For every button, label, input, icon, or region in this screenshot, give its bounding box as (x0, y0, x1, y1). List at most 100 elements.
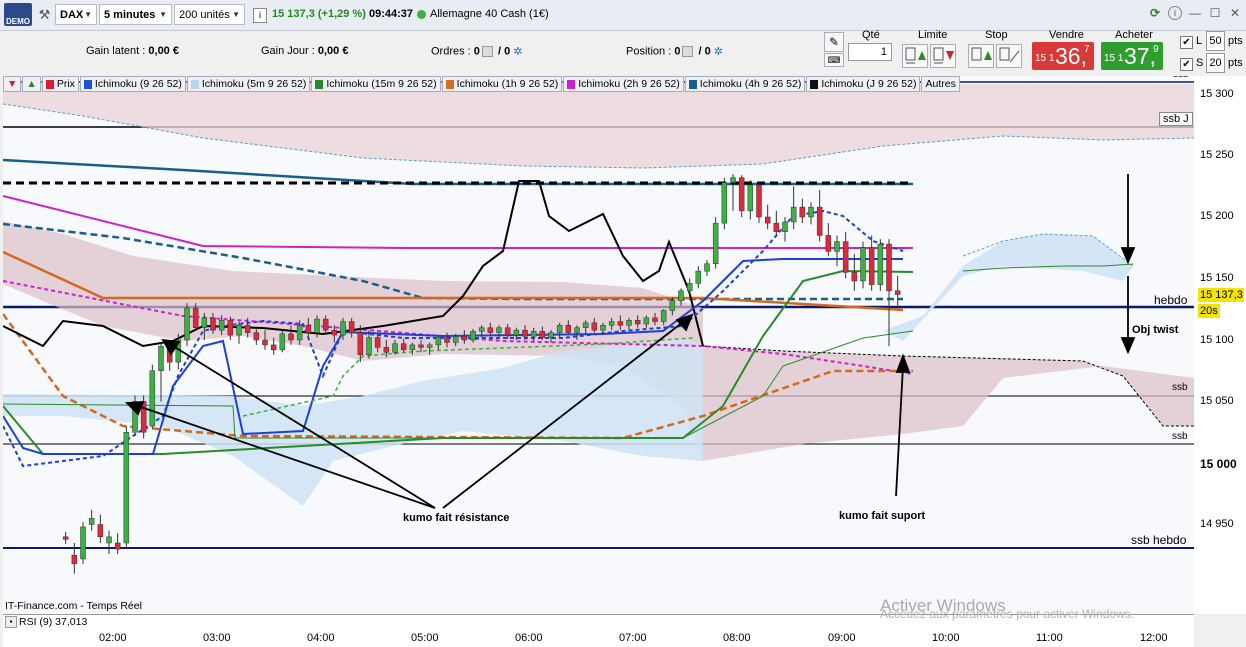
info-circle-icon[interactable]: i (1168, 6, 1182, 20)
stop-sell-button[interactable] (996, 44, 1022, 68)
candle (886, 243, 892, 292)
candle (816, 206, 823, 236)
demo-label: DEMO (6, 17, 30, 26)
indicator-tag-0[interactable]: Prix (41, 76, 79, 92)
buy-button[interactable]: 15 1 37, 9 (1101, 42, 1163, 70)
indicators-more-button[interactable]: Autres (921, 76, 960, 92)
refresh-icon[interactable]: ⟳ (1148, 6, 1162, 20)
stop-checkbox[interactable]: ✔ (1180, 58, 1193, 71)
limit-buy-button[interactable] (902, 44, 928, 68)
quantity-input[interactable]: 1 (848, 43, 892, 61)
candle (565, 324, 572, 333)
wrench-icon[interactable]: ⚒ (37, 5, 52, 24)
kumo-daily (3, 84, 1194, 168)
minimize-icon[interactable]: — (1188, 6, 1202, 20)
units-select[interactable]: 200 unités ▼ (174, 4, 245, 25)
current-price-marker: 15 137,3 (1198, 288, 1244, 302)
candle (756, 184, 762, 218)
indicator-tag-3[interactable]: Ichimoku (15m 9 26 52) (311, 76, 441, 92)
candle (149, 370, 156, 427)
indicator-tag-4[interactable]: Ichimoku (1h 9 26 52) (441, 76, 563, 92)
candle (738, 177, 745, 212)
price-chart[interactable] (3, 76, 1194, 614)
limit-sell-button[interactable] (930, 44, 956, 68)
swatch-2 (190, 79, 199, 89)
stop-sell-icon (999, 47, 1020, 63)
candle (444, 337, 450, 343)
sell-button[interactable]: 15 1 36, 7 (1032, 42, 1094, 70)
candle (80, 526, 86, 560)
tools-icon[interactable]: ✎ (824, 32, 844, 52)
candle (227, 320, 234, 336)
candle (634, 320, 641, 325)
position-list-icon[interactable] (682, 46, 694, 57)
candle (409, 344, 416, 351)
orders-gear-icon[interactable]: ✲ (513, 46, 522, 58)
chart-area[interactable]: ▼ ▲ Prix Ichimoku (9 26 52) Ichimoku (5m… (3, 76, 1194, 614)
hebdo-label: hebdo (1154, 293, 1188, 307)
x-tick-10: 12:00 (1140, 632, 1168, 644)
limit-checkbox[interactable]: ✔ (1180, 36, 1193, 49)
candle (305, 324, 312, 333)
swatch-6 (688, 79, 697, 89)
candle (790, 206, 797, 223)
maximize-icon[interactable]: ☐ (1208, 6, 1222, 20)
candle (262, 339, 268, 346)
orders-list-icon[interactable] (481, 46, 493, 57)
account-summary: Gain latent : 0,00 € Gain Jour : 0,00 € … (0, 31, 820, 75)
candle (253, 332, 260, 341)
timeframe-value: 5 minutes (104, 8, 156, 21)
chevron-down-icon: ▼ (232, 10, 240, 19)
rsi-close-icon[interactable]: ▪ (5, 616, 17, 628)
candle (652, 317, 658, 322)
indicator-label-2: Ichimoku (5m 9 26 52) (201, 78, 307, 90)
candle (496, 327, 502, 333)
position-gear-icon[interactable]: ✲ (714, 46, 723, 58)
swatch-0 (45, 79, 54, 89)
kumo-15m (3, 338, 703, 506)
rsi-panel[interactable]: ▪ RSI (9) 37,013 Accédez aux paramètres … (3, 607, 1194, 630)
gain-jour-value: 0,00 € (317, 45, 349, 57)
countdown-marker: 20s (1198, 304, 1220, 318)
buy-price-sup: 9 (1153, 44, 1159, 55)
indicator-tag-2[interactable]: Ichimoku (5m 9 26 52) (186, 76, 311, 92)
indicator-tag-7[interactable]: Ichimoku (J 9 26 52) (806, 76, 921, 92)
candle (582, 322, 589, 328)
indicator-tag-5[interactable]: Ichimoku (2h 9 26 52) (563, 76, 684, 92)
s-pts-label: pts (1228, 57, 1243, 69)
demo-badge: DEMO (4, 3, 32, 26)
candle (799, 206, 806, 218)
x-tick-9: 11:00 (1036, 632, 1063, 644)
price-axis[interactable]: 15 300 15 250 15 200 15 150 15 100 15 05… (1194, 76, 1246, 614)
candle (851, 272, 858, 282)
limit-points-input[interactable]: 50 (1206, 31, 1225, 51)
indicator-down-icon[interactable]: ▼ (3, 76, 22, 92)
stop-buy-button[interactable] (968, 44, 994, 68)
time-axis[interactable]: 02:00 03:00 04:00 05:00 06:00 07:00 08:0… (3, 629, 1194, 647)
candle (374, 337, 381, 348)
clock-time: 09:44:37 (369, 8, 414, 20)
indicator-tag-6[interactable]: Ichimoku (4h 9 26 52) (684, 76, 806, 92)
rsi-label: RSI (9) 37,013 (19, 616, 88, 628)
indicator-up-icon[interactable]: ▲ (22, 76, 41, 92)
candle (686, 283, 693, 292)
timeframe-select[interactable]: 5 minutes ▼ (99, 4, 172, 25)
candle (591, 322, 598, 331)
ssb-label-1: ssb (1172, 382, 1188, 393)
stop-points-input[interactable]: 20 (1206, 53, 1225, 73)
indicator-label-4: Ichimoku (1h 9 26 52) (456, 78, 559, 90)
info-icon[interactable]: i (253, 8, 267, 23)
candle (712, 222, 719, 264)
y-tick-6: 15 000 (1200, 457, 1237, 471)
symbol-select[interactable]: DAX ▼ (55, 4, 97, 25)
candle (123, 432, 130, 544)
window-controls: ⟳ i — ☐ ✕ (1148, 6, 1242, 20)
candle (643, 317, 650, 325)
x-tick-6: 08:00 (723, 632, 751, 644)
source-label: IT-Finance.com - Temps Réel (5, 600, 142, 612)
chevron-down-icon: ▼ (84, 10, 92, 19)
gain-jour: Gain Jour : 0,00 € (261, 45, 348, 57)
close-icon[interactable]: ✕ (1228, 6, 1242, 20)
indicator-tag-1[interactable]: Ichimoku (9 26 52) (79, 76, 186, 92)
keyboard-icon[interactable]: ⌨ (824, 53, 844, 67)
